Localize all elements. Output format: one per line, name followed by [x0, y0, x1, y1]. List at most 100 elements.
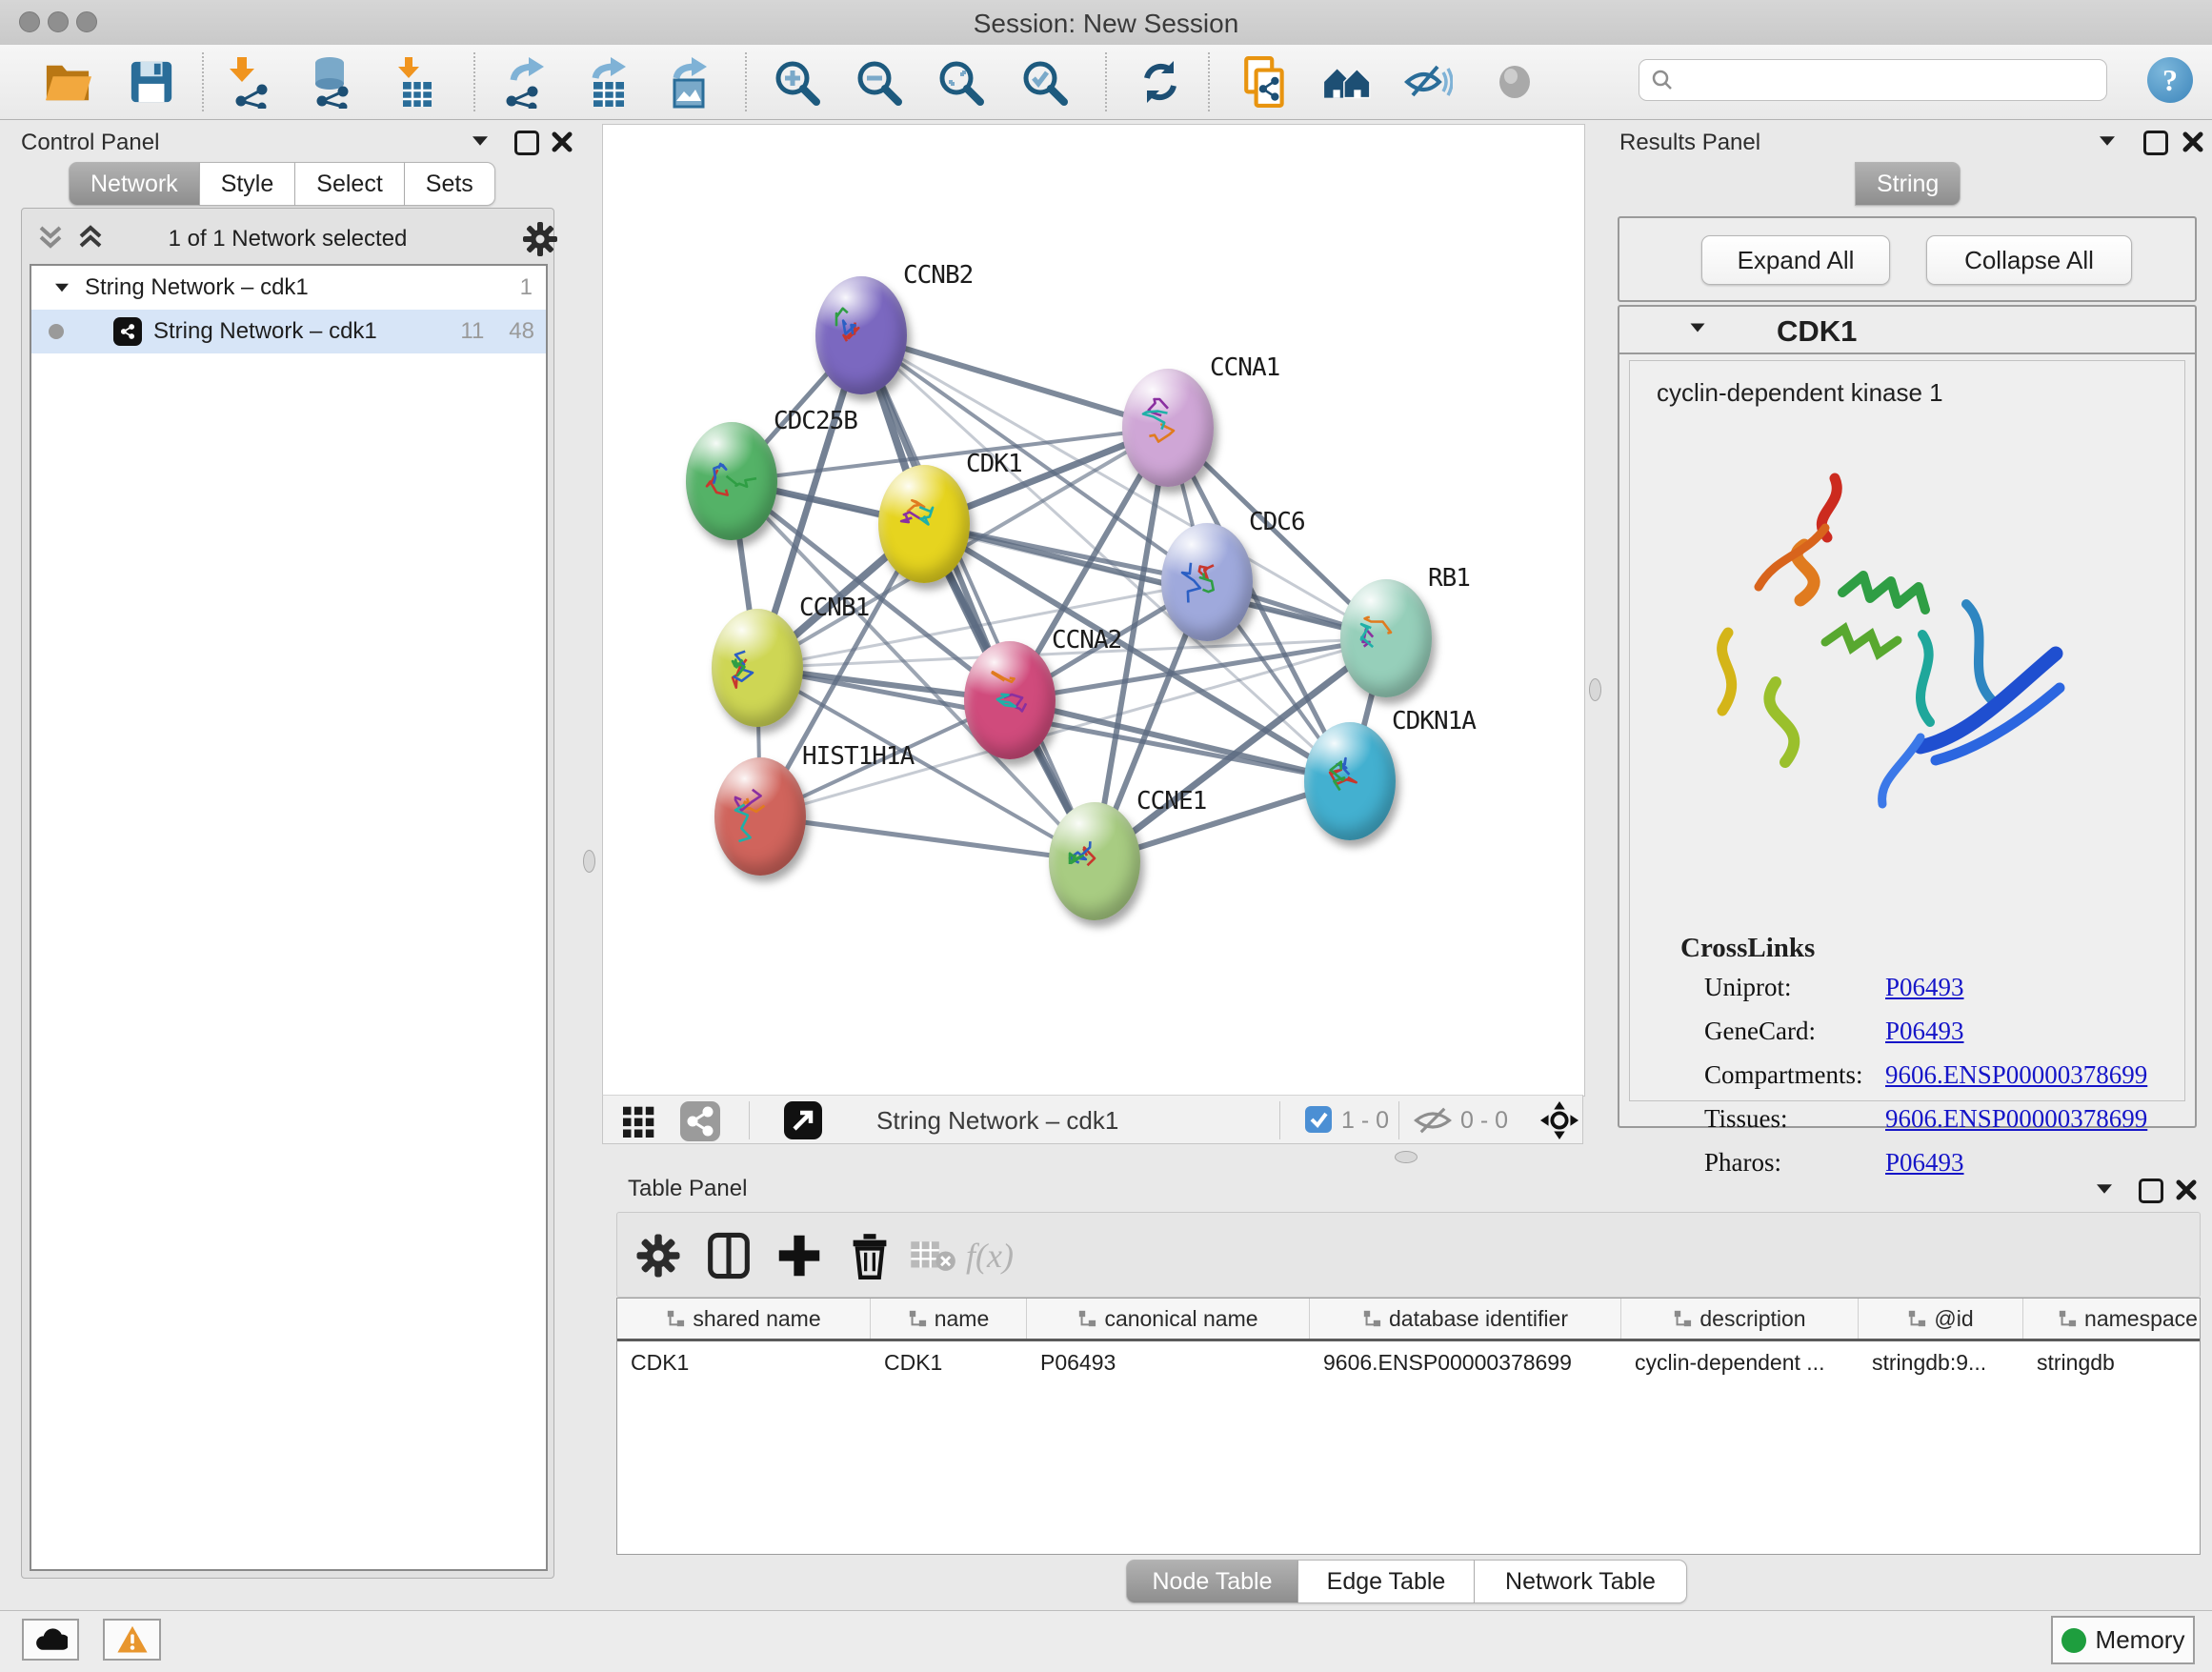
- selected-checkbox-icon[interactable]: [1305, 1106, 1332, 1133]
- collapse-panel-icon[interactable]: [473, 136, 488, 146]
- expand-all-button[interactable]: Expand All: [1701, 235, 1890, 285]
- zoom-out-icon[interactable]: [851, 54, 906, 110]
- clone-network-icon[interactable]: [1238, 54, 1294, 110]
- open-in-window-icon[interactable]: [784, 1101, 822, 1139]
- network-canvas[interactable]: CCNB2CCNA1CDC25BCDK1CDC6RB1CCNB1CCNA2CDK…: [602, 124, 1585, 1097]
- hide-display-icon[interactable]: [1400, 54, 1456, 110]
- save-session-icon[interactable]: [124, 54, 179, 110]
- tab-select[interactable]: Select: [295, 162, 404, 206]
- section-expander-icon[interactable]: [1691, 324, 1705, 332]
- selected-node-edge-count: 1 - 0: [1341, 1107, 1389, 1135]
- network-list-box: 1 of 1 Network selected String Network –…: [21, 208, 554, 1579]
- network-node-ccne1[interactable]: [1049, 802, 1140, 920]
- network-node-rb1[interactable]: [1340, 579, 1432, 697]
- network-node-ccna2[interactable]: [964, 641, 1056, 759]
- crosslink-tissues-link[interactable]: 9606.ENSP00000378699: [1885, 1104, 2147, 1134]
- splitter-handle[interactable]: [583, 850, 595, 873]
- open-session-icon[interactable]: [40, 54, 95, 110]
- network-node-cdkn1a[interactable]: [1304, 722, 1396, 840]
- tree-expander-icon[interactable]: [55, 284, 69, 292]
- zoom-selected-icon[interactable]: [1016, 54, 1072, 110]
- crosslink-compartments-link[interactable]: 9606.ENSP00000378699: [1885, 1060, 2147, 1090]
- add-column-icon[interactable]: [775, 1232, 823, 1279]
- tab-network-table[interactable]: Network Table: [1475, 1560, 1687, 1603]
- column-header[interactable]: database identifier: [1310, 1299, 1621, 1339]
- hidden-eye-slash-icon[interactable]: [1413, 1105, 1453, 1136]
- zoom-fit-icon[interactable]: [933, 54, 988, 110]
- splitter-handle[interactable]: [1395, 1151, 1418, 1163]
- home-icon[interactable]: [1319, 54, 1375, 110]
- refresh-icon[interactable]: [1133, 54, 1188, 110]
- float-panel-icon[interactable]: [2139, 1178, 2163, 1203]
- search-input[interactable]: [1674, 66, 2078, 94]
- zoom-in-icon[interactable]: [769, 54, 824, 110]
- collapse-panel-icon[interactable]: [2097, 1184, 2112, 1194]
- tab-sets[interactable]: Sets: [405, 162, 495, 206]
- import-database-icon[interactable]: [303, 54, 358, 110]
- column-header[interactable]: description: [1621, 1299, 1859, 1339]
- tab-network[interactable]: Network: [69, 162, 200, 206]
- collection-count: 1: [520, 274, 533, 301]
- crosslink-genecard-link[interactable]: P06493: [1885, 1017, 1964, 1046]
- tab-string[interactable]: String: [1855, 162, 1961, 206]
- column-header[interactable]: name: [871, 1299, 1027, 1339]
- tab-edge-table[interactable]: Edge Table: [1298, 1560, 1475, 1603]
- network-node-cdc25b[interactable]: [686, 422, 777, 540]
- network-node-cdc6[interactable]: [1161, 523, 1253, 641]
- column-header[interactable]: canonical name: [1027, 1299, 1310, 1339]
- node-label: CCNB1: [799, 594, 869, 622]
- network-node-hist1h1a[interactable]: [714, 757, 806, 876]
- tab-style[interactable]: Style: [200, 162, 296, 206]
- gene-detail-box: cyclin-dependent kinase 1 CrossLinks Uni…: [1629, 360, 2185, 1101]
- memory-button[interactable]: Memory: [2051, 1616, 2195, 1664]
- network-node-ccnb2[interactable]: [815, 276, 907, 394]
- collection-row[interactable]: String Network – cdk1 1: [31, 266, 546, 310]
- export-network-icon[interactable]: [496, 54, 552, 110]
- network-view-title: String Network – cdk1: [876, 1106, 1118, 1136]
- current-network-dot-icon: [49, 324, 64, 339]
- grid-view-icon[interactable]: [622, 1105, 656, 1138]
- help-button[interactable]: ?: [2147, 57, 2193, 103]
- column-header[interactable]: @id: [1859, 1299, 2023, 1339]
- float-panel-icon[interactable]: [2143, 131, 2168, 155]
- delete-table-icon[interactable]: [909, 1232, 956, 1279]
- network-share-icon[interactable]: [680, 1101, 720, 1141]
- network-row[interactable]: String Network – cdk1 11 48: [31, 310, 546, 353]
- close-panel-icon[interactable]: [551, 131, 573, 153]
- column-header[interactable]: shared name: [617, 1299, 871, 1339]
- table-panel: Table Panel f(x) shared namenamecanonica…: [616, 1170, 2201, 1605]
- export-table-icon[interactable]: [580, 54, 635, 110]
- fit-content-icon[interactable]: [1539, 1100, 1579, 1140]
- table-settings-gear-icon[interactable]: [634, 1232, 682, 1279]
- warning-button[interactable]: [103, 1619, 161, 1661]
- gear-icon[interactable]: [521, 220, 559, 258]
- crosslink-uniprot-link[interactable]: P06493: [1885, 973, 1964, 1002]
- tab-node-table[interactable]: Node Table: [1126, 1560, 1298, 1603]
- function-builder-icon[interactable]: f(x): [966, 1232, 1014, 1279]
- show-columns-icon[interactable]: [705, 1232, 753, 1279]
- cloud-button[interactable]: [22, 1619, 79, 1661]
- splitter-handle[interactable]: [1589, 678, 1601, 701]
- import-network-icon[interactable]: [222, 54, 277, 110]
- node-label: CDC25B: [774, 407, 857, 435]
- table-row[interactable]: CDK1CDK1P064939606.ENSP00000378699cyclin…: [617, 1341, 2200, 1383]
- import-table-icon[interactable]: [388, 54, 443, 110]
- network-node-ccnb1[interactable]: [712, 609, 803, 727]
- collapse-all-button[interactable]: Collapse All: [1926, 235, 2132, 285]
- search-field[interactable]: [1639, 59, 2107, 101]
- network-node-ccna1[interactable]: [1122, 369, 1214, 487]
- export-image-icon[interactable]: [661, 54, 716, 110]
- string-app-icon: [113, 317, 142, 346]
- table-cell: P06493: [1027, 1341, 1310, 1383]
- gene-header-row[interactable]: CDK1: [1619, 307, 2195, 354]
- collapse-panel-icon[interactable]: [2100, 136, 2115, 146]
- close-panel-icon[interactable]: [2182, 131, 2204, 153]
- float-panel-icon[interactable]: [514, 131, 539, 155]
- show-display-icon[interactable]: [1487, 54, 1542, 110]
- network-node-cdk1[interactable]: [878, 465, 970, 583]
- column-header[interactable]: namespace: [2023, 1299, 2201, 1339]
- gene-name: CDK1: [1777, 314, 1857, 349]
- node-label: CDK1: [966, 450, 1022, 478]
- close-panel-icon[interactable]: [2175, 1178, 2198, 1201]
- delete-column-icon[interactable]: [846, 1232, 894, 1279]
